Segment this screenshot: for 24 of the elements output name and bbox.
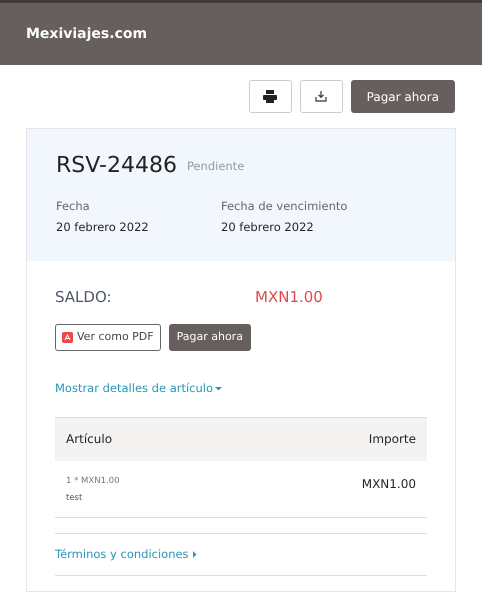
invoice-number: RSV-24486 xyxy=(56,152,177,180)
date-value: 20 febrero 2022 xyxy=(221,219,315,236)
download-button[interactable] xyxy=(300,80,343,113)
balance-label: SALDO: xyxy=(55,286,113,308)
column-header: Importe xyxy=(368,431,416,448)
column-header: Artículo xyxy=(66,431,112,448)
print-button[interactable] xyxy=(248,80,292,113)
item-amount: MXN1.00 xyxy=(362,476,416,494)
site-title: Mexiviajes.com xyxy=(26,24,148,44)
download-icon xyxy=(315,91,328,102)
pay-now-button[interactable]: Pagar ahora xyxy=(168,324,251,351)
pay-now-button[interactable]: Pagar ahora xyxy=(350,80,455,113)
item-description: test xyxy=(66,492,84,505)
balance-amount: MXN1.00 xyxy=(255,286,323,308)
terms-toggle[interactable]: Términos y condiciones xyxy=(55,546,198,561)
date-value: 20 febrero 2022 xyxy=(56,219,150,236)
item-details-toggle[interactable]: Mostrar detalles de artículo xyxy=(55,381,222,395)
status-label: Pendiente xyxy=(186,158,244,176)
quantity-price: 1 * MXN1.00 xyxy=(66,475,120,488)
view-pdf-button[interactable]: Ver como PDF xyxy=(55,324,161,351)
print-icon xyxy=(263,90,278,103)
date-label: Fecha de vencimiento xyxy=(221,198,348,215)
pdf-icon xyxy=(62,332,73,343)
date-label: Fecha xyxy=(56,198,91,215)
